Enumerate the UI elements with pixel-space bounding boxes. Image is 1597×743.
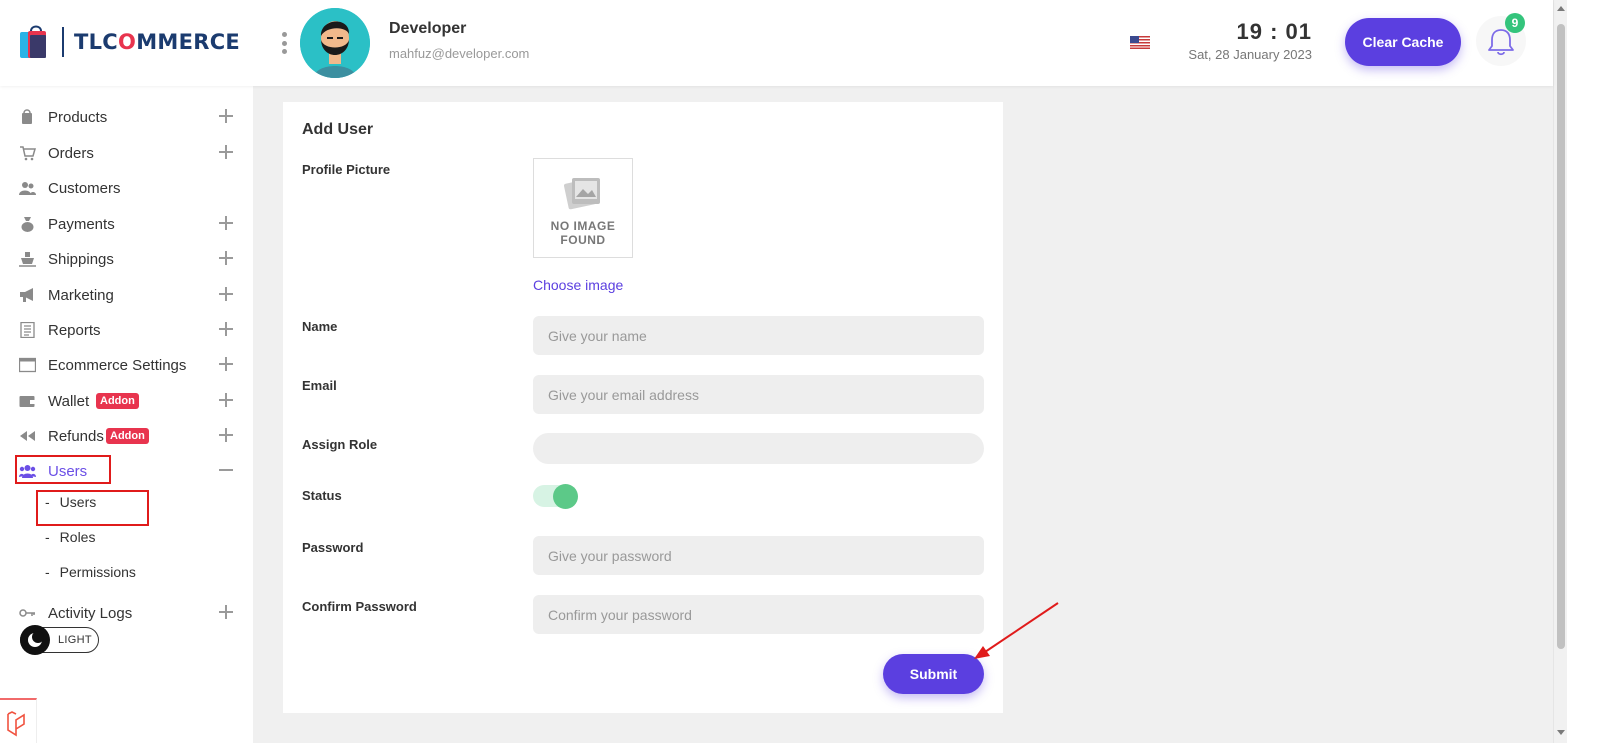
- clock-time: 19 : 01: [1236, 19, 1312, 44]
- laravel-debug-icon[interactable]: [0, 698, 37, 743]
- sidebar-item-label: Ecommerce Settings: [48, 356, 187, 374]
- toggle-knob: [553, 484, 578, 509]
- sidebar: Products Orders Customers Payments Shipp…: [0, 86, 253, 743]
- wallet-icon: [19, 396, 35, 407]
- profile-picture-label: Profile Picture: [302, 162, 391, 177]
- name-label: Name: [302, 319, 338, 334]
- annotation-highlight-users-submenu: [36, 490, 149, 526]
- user-email: mahfuz@developer.com: [389, 46, 530, 61]
- clear-cache-button[interactable]: Clear Cache: [1345, 18, 1461, 66]
- customers-icon: [19, 182, 36, 195]
- money-bag-icon: [21, 217, 34, 232]
- sidebar-item-label: Activity Logs: [48, 604, 133, 622]
- sidebar-item-customers[interactable]: Customers: [0, 172, 253, 204]
- top-header: TLCOMMERCE Developer mahfuz@developer.co…: [0, 0, 1553, 86]
- submit-button[interactable]: Submit: [883, 654, 984, 694]
- email-input[interactable]: [533, 375, 984, 414]
- sidebar-item-orders[interactable]: Orders: [0, 137, 253, 169]
- sidebar-item-payments[interactable]: Payments: [0, 208, 253, 240]
- avatar[interactable]: [300, 8, 370, 78]
- sidebar-item-reports[interactable]: Reports: [0, 314, 253, 346]
- window-icon: [19, 357, 36, 373]
- theme-toggle[interactable]: LIGHT: [20, 625, 99, 655]
- sidebar-item-shippings[interactable]: Shippings: [0, 243, 253, 275]
- sidebar-item-label: Products: [48, 108, 108, 126]
- clock-date: Sat, 28 January 2023: [1188, 47, 1312, 62]
- cart-icon: [20, 146, 36, 161]
- expand-plus-icon[interactable]: [219, 322, 233, 336]
- choose-image-link[interactable]: Choose image: [533, 277, 623, 293]
- name-input[interactable]: [533, 316, 984, 355]
- expand-plus-icon[interactable]: [219, 605, 233, 619]
- assign-role-label: Assign Role: [302, 437, 378, 452]
- confirm-password-input[interactable]: [533, 595, 984, 634]
- report-icon: [20, 322, 35, 338]
- window-edge: [1567, 0, 1597, 743]
- sidebar-item-label: Marketing: [48, 286, 114, 304]
- expand-plus-icon[interactable]: [219, 216, 233, 230]
- sidebar-subitem-roles[interactable]: - Roles: [45, 529, 95, 545]
- megaphone-icon: [20, 288, 33, 302]
- moon-icon: [20, 625, 50, 655]
- image-placeholder-icon: [564, 178, 600, 210]
- sidebar-item-marketing[interactable]: Marketing: [0, 279, 253, 311]
- confirm-password-label: Confirm Password: [302, 599, 417, 614]
- email-label: Email: [302, 378, 337, 393]
- sidebar-item-label: Customers: [48, 179, 121, 197]
- expand-plus-icon[interactable]: [219, 109, 233, 123]
- expand-plus-icon[interactable]: [219, 251, 233, 265]
- expand-plus-icon[interactable]: [219, 357, 233, 371]
- shopping-bag-icon: [18, 23, 50, 61]
- addon-badge: Addon: [106, 428, 149, 444]
- sidebar-item-label: Orders: [48, 144, 94, 162]
- assign-role-select[interactable]: [533, 433, 984, 464]
- sidebar-item-refunds[interactable]: Refunds Addon: [0, 420, 253, 452]
- scroll-up-icon[interactable]: [1557, 6, 1565, 11]
- sidebar-item-label: Shippings: [48, 250, 114, 268]
- page-scrollbar[interactable]: [1553, 0, 1567, 743]
- sidebar-item-products[interactable]: Products: [0, 101, 253, 133]
- key-icon: [19, 609, 35, 617]
- sidebar-item-label: Reports: [48, 321, 101, 339]
- page-title: Add User: [302, 121, 374, 138]
- expand-plus-icon[interactable]: [219, 428, 233, 442]
- password-input[interactable]: [533, 536, 984, 575]
- addon-badge: Addon: [96, 393, 139, 409]
- products-icon: [22, 109, 32, 124]
- expand-plus-icon[interactable]: [219, 287, 233, 301]
- status-label: Status: [302, 488, 342, 503]
- expand-plus-icon[interactable]: [219, 393, 233, 407]
- annotation-highlight-users-menu: [15, 455, 111, 484]
- password-label: Password: [302, 540, 364, 555]
- profile-picture-preview[interactable]: NO IMAGE FOUND: [533, 158, 633, 258]
- add-user-card: Add User Profile Picture NO IMAGE FOUND C…: [283, 102, 1003, 713]
- logo-divider: [62, 27, 64, 57]
- status-toggle[interactable]: [533, 484, 578, 509]
- sidebar-item-wallet[interactable]: Wallet Addon: [0, 385, 253, 417]
- notification-count-badge: 9: [1505, 13, 1525, 33]
- sidebar-item-ecommerce-settings[interactable]: Ecommerce Settings: [0, 349, 253, 381]
- us-flag-icon[interactable]: [1130, 36, 1150, 49]
- sidebar-item-label: Wallet: [48, 392, 90, 410]
- brand-name: TLCOMMERCE: [74, 30, 241, 54]
- sidebar-item-label: Payments: [48, 215, 115, 233]
- scroll-down-icon[interactable]: [1557, 730, 1565, 735]
- brand-logo[interactable]: TLCOMMERCE: [18, 23, 240, 61]
- no-image-text: NO IMAGE FOUND: [550, 219, 616, 247]
- ship-icon: [19, 252, 36, 267]
- user-name: Developer: [389, 20, 467, 37]
- brand-o-cart: O: [118, 30, 137, 54]
- rewind-icon: [20, 431, 35, 441]
- sidebar-item-label: Refunds: [48, 427, 104, 445]
- expand-plus-icon[interactable]: [219, 145, 233, 159]
- scrollbar-thumb[interactable]: [1557, 24, 1565, 649]
- menu-toggle-kebab-icon[interactable]: [281, 32, 287, 54]
- collapse-minus-icon[interactable]: [219, 469, 233, 471]
- theme-label: LIGHT: [58, 634, 92, 646]
- sidebar-subitem-permissions[interactable]: - Permissions: [45, 564, 136, 580]
